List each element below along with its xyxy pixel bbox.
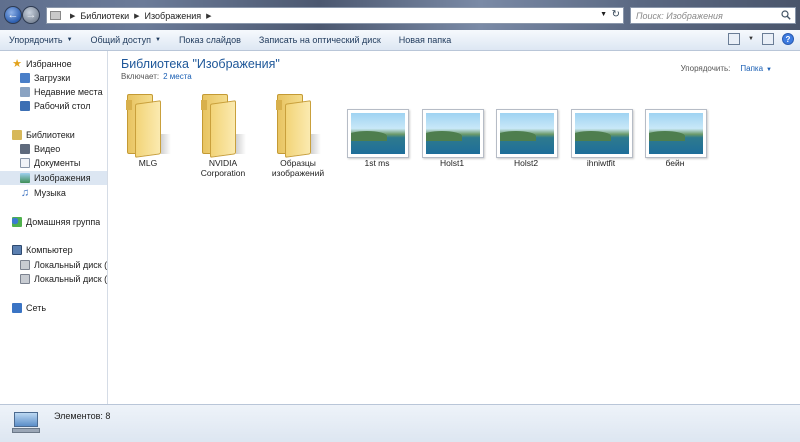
desktop-icon [20, 101, 30, 111]
file-item-image[interactable]: 1st ms [341, 92, 413, 168]
document-icon [20, 158, 30, 168]
status-bar: Элементов: 8 [0, 404, 800, 442]
homegroup-icon [12, 217, 22, 227]
file-item-label: Holst1 [439, 158, 465, 168]
slideshow-button[interactable]: Показ слайдов [170, 30, 250, 50]
file-item-label: NVIDIA Corporation [200, 158, 246, 178]
search-placeholder: Поиск: Изображения [636, 10, 723, 21]
chevron-right-icon[interactable]: ▶ [206, 12, 211, 20]
file-item-label: ihniwtfit [586, 158, 616, 168]
image-thumbnail [645, 109, 707, 158]
folder-icon [201, 94, 246, 158]
drive-icon [20, 260, 30, 270]
chevron-down-icon[interactable]: ▼ [600, 11, 607, 18]
content-pane: Библиотека "Изображения" Включает: 2 мест… [109, 51, 800, 404]
search-input[interactable]: Поиск: Изображения [630, 7, 796, 24]
file-item-image[interactable]: Holst2 [490, 92, 562, 168]
file-item-label: Holst2 [513, 158, 539, 168]
address-input[interactable]: ▶ Библиотеки ▶ Изображения ▶ ▼ ↻ [46, 7, 624, 24]
library-icon [12, 130, 22, 140]
folder-icon [276, 94, 321, 158]
image-thumbnail [496, 109, 558, 158]
forward-button[interactable]: → [22, 6, 40, 24]
sidebar-item-recent[interactable]: Недавние места [0, 85, 107, 99]
burn-disc-button[interactable]: Записать на оптический диск [250, 30, 390, 50]
breadcrumb-images[interactable]: Изображения [145, 11, 202, 21]
file-item-image[interactable]: Holst1 [416, 92, 488, 168]
item-count: Элементов: 8 [54, 411, 111, 421]
library-icon [50, 11, 61, 20]
folder-icon [126, 94, 171, 158]
picture-icon [20, 173, 30, 183]
image-thumbnail [347, 109, 409, 158]
sidebar-item-homegroup[interactable]: Домашняя группа [0, 215, 107, 229]
recent-places-icon [20, 87, 30, 97]
new-folder-button[interactable]: Новая папка [390, 30, 460, 50]
refresh-icon[interactable]: ↻ [612, 9, 620, 20]
preview-pane-icon[interactable] [762, 33, 774, 45]
breadcrumb-libraries[interactable]: Библиотеки [80, 11, 129, 21]
sidebar-item-images[interactable]: Изображения [0, 171, 107, 185]
sidebar-item-documents[interactable]: Документы [0, 156, 107, 170]
chevron-right-icon: ▶ [70, 12, 76, 20]
chevron-down-icon: ▼ [766, 67, 772, 73]
arrow-right-icon: → [25, 9, 37, 21]
search-icon [781, 10, 791, 20]
sidebar-item-computer[interactable]: Компьютер [0, 243, 107, 257]
arrow-left-icon: ← [7, 9, 19, 21]
file-item-folder[interactable]: MLG [112, 92, 184, 168]
library-title: Библиотека "Изображения" [121, 57, 280, 71]
image-thumbnail [422, 109, 484, 158]
music-icon: ♫ [20, 187, 30, 199]
sidebar-item-desktop[interactable]: Рабочий стол [0, 99, 107, 113]
computer-icon [12, 412, 40, 434]
downloads-icon [20, 73, 30, 83]
computer-icon [12, 245, 22, 255]
share-button[interactable]: Общий доступ ▼ [82, 30, 170, 50]
chevron-down-icon: ▼ [154, 37, 161, 43]
sidebar-item-video[interactable]: Видео [0, 142, 107, 156]
file-item-label: MLG [138, 158, 158, 168]
includes-locations-link[interactable]: 2 места [163, 72, 192, 81]
sidebar-item-network[interactable]: Сеть [0, 301, 107, 315]
image-thumbnail [571, 109, 633, 158]
arrange-by: Упорядочить: Папка ▼ [680, 64, 772, 73]
file-item-label: 1st ms [364, 158, 390, 168]
file-item-folder[interactable]: Образцы изображений [262, 92, 334, 178]
star-icon: ★ [12, 58, 22, 70]
sidebar-item-favorites[interactable]: ★ Избранное [0, 57, 107, 71]
chevron-down-icon: ▼ [66, 37, 73, 43]
sidebar-item-downloads[interactable]: Загрузки [0, 71, 107, 85]
sidebar-item-disk-c[interactable]: Локальный диск (C [0, 258, 107, 272]
sidebar-item-libraries[interactable]: Библиотеки [0, 128, 107, 142]
video-icon [20, 144, 30, 154]
network-icon [12, 303, 22, 313]
address-bar-area: ← → ▶ Библиотеки ▶ Изображения ▶ ▼ ↻ Пои… [0, 0, 800, 30]
file-item-folder[interactable]: NVIDIA Corporation [187, 92, 259, 178]
sidebar-item-disk-d[interactable]: Локальный диск (D [0, 272, 107, 286]
help-icon[interactable]: ? [782, 33, 794, 45]
arrange-by-dropdown[interactable]: Папка ▼ [740, 64, 772, 73]
file-item-label: Образцы изображений [271, 158, 325, 178]
back-button[interactable]: ← [4, 6, 22, 24]
file-item-image[interactable]: бейн [639, 92, 711, 168]
navigation-pane: ★ Избранное Загрузки Недавние места Рабоч… [0, 51, 108, 404]
library-includes: Включает: 2 места [121, 72, 192, 81]
drive-icon [20, 274, 30, 284]
view-options-icon[interactable] [728, 33, 741, 45]
sidebar-item-music[interactable]: ♫ Музыка [0, 186, 107, 200]
chevron-down-icon[interactable]: ▼ [748, 36, 754, 42]
file-item-label: бейн [665, 158, 685, 168]
organize-button[interactable]: Упорядочить ▼ [0, 30, 82, 50]
file-item-image[interactable]: ihniwtfit [565, 92, 637, 168]
command-bar: Упорядочить ▼ Общий доступ ▼ Показ слайдов… [0, 30, 800, 51]
chevron-right-icon[interactable]: ▶ [134, 12, 139, 20]
